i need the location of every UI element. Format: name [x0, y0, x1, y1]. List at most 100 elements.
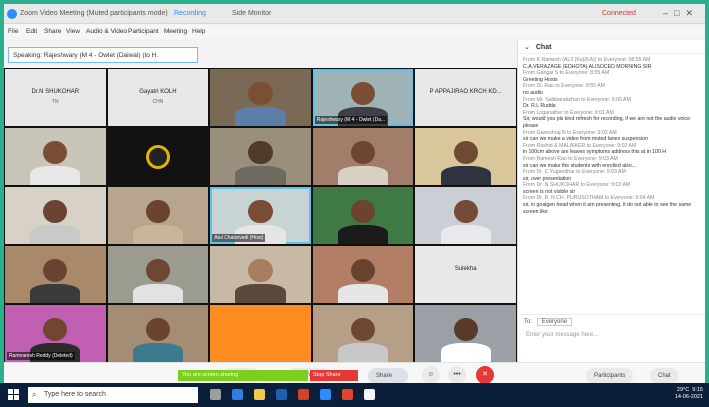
menu-help[interactable]: Help: [192, 28, 205, 35]
window-controls[interactable]: –□✕: [663, 8, 699, 19]
participant-body: [337, 283, 389, 303]
video-tile[interactable]: [415, 128, 516, 185]
end-button[interactable]: ✕: [476, 366, 494, 384]
participant-body: [337, 342, 389, 362]
menu-meeting[interactable]: Meeting: [164, 28, 187, 35]
chat-message-meta: From K Ramesh (AL3 (Ka)(KA)) to Everyone…: [523, 57, 651, 63]
menu-audio-video[interactable]: Audio & Video: [86, 28, 127, 35]
store-icon[interactable]: [364, 389, 375, 400]
participant-face: [43, 140, 68, 165]
chat-message-text: C.A.VERAZAGE (EDHOTA) ALISOCED MORNING S…: [523, 63, 652, 70]
recipient-select[interactable]: Everyone: [536, 318, 573, 326]
chat-header: ⌄ Chat: [518, 40, 705, 54]
chat-message-text: sir, over presentation: [523, 175, 572, 182]
participant-face: [351, 81, 376, 106]
video-tile[interactable]: [5, 187, 106, 244]
menu-participant[interactable]: Participant: [128, 28, 159, 35]
chat-message-meta: From Loganather to Everyone: 9:01 AM: [523, 109, 614, 116]
chat-message-meta: From Ganeshraj N to Everyone: 9:02 AM: [523, 129, 617, 136]
chat-input[interactable]: Enter your message here...: [518, 329, 705, 359]
participant-face: [248, 81, 273, 106]
video-tile[interactable]: [210, 69, 311, 126]
participant-body: [337, 224, 389, 244]
video-tile[interactable]: P APPAJIRAO KRCH KD...: [415, 69, 516, 126]
chat-button[interactable]: Chat: [650, 368, 679, 384]
participant-body: [235, 283, 286, 303]
word-icon[interactable]: [276, 389, 287, 400]
edge-icon[interactable]: [232, 389, 243, 400]
taskbar-search[interactable]: ⌕ Type here to search: [28, 387, 198, 403]
emblem-icon: [145, 144, 170, 169]
participant-body: [235, 106, 286, 126]
video-tile[interactable]: Sulekha: [415, 246, 516, 303]
participant-face: [145, 317, 170, 342]
participant-body: [30, 283, 81, 303]
video-tile[interactable]: Dr.N SHUKOHAR TN: [5, 69, 106, 126]
video-tile[interactable]: [312, 187, 414, 244]
view-label[interactable]: Side Monitor: [232, 10, 271, 17]
chat-message-text: sir can we make a video from muted lanes…: [523, 136, 648, 143]
video-tile[interactable]: Gayatri KOLH CHN: [107, 69, 209, 126]
participant-body: [30, 165, 81, 185]
windows-taskbar: ⌕ Type here to search 29°C 9:15 14-06-20…: [0, 383, 709, 407]
video-tile[interactable]: Ramnaresh Reddy (Deleted): [5, 305, 106, 362]
video-tile[interactable]: [107, 305, 209, 362]
video-tile[interactable]: [312, 305, 414, 362]
connection-status: Connected: [602, 10, 636, 17]
chat-message-text: sir can we make the students with enroll…: [523, 162, 637, 169]
video-tile[interactable]: [210, 305, 311, 362]
more-icon[interactable]: •••: [448, 366, 466, 384]
share-button[interactable]: Share: [368, 368, 408, 384]
menu-view[interactable]: View: [66, 28, 80, 35]
recording-indicator[interactable]: Recording: [174, 10, 206, 17]
zoom-app-icon: [7, 9, 17, 19]
participants-button[interactable]: Participants: [586, 368, 634, 384]
video-tile[interactable]: [210, 246, 311, 303]
participant-face: [351, 140, 376, 165]
video-tile[interactable]: [312, 128, 414, 185]
windows-start-icon[interactable]: [8, 389, 19, 400]
participant-name: Gayatri KOLH: [139, 89, 177, 95]
video-tile[interactable]: [5, 128, 106, 185]
participant-body: [440, 342, 491, 362]
chevron-down-icon[interactable]: ⌄: [524, 44, 530, 51]
reactions-icon[interactable]: ☺: [422, 366, 440, 384]
zoom-taskbar-icon[interactable]: [320, 389, 331, 400]
video-tile[interactable]: [107, 246, 209, 303]
chat-message-text: Greeting Hosts: [523, 76, 558, 83]
powerpoint-icon[interactable]: [298, 389, 309, 400]
clock-time: 9:15: [692, 387, 703, 393]
menu-edit[interactable]: Edit: [26, 28, 37, 35]
menu-bar: File Edit Share View Audio & Video Parti…: [4, 25, 705, 39]
file-explorer-icon[interactable]: [254, 389, 265, 400]
chat-message-meta: From Dr. B. N CH. PURUSOTHAM to Everyone…: [523, 195, 655, 202]
video-tile[interactable]: Atul Chaturvedi (Host): [210, 187, 311, 244]
chat-message-text: in 100cm above are leaves symptoms addre…: [523, 149, 667, 156]
chat-message-meta: From Gangai S to Everyone: 8:55 AM: [523, 70, 610, 77]
menu-file[interactable]: File: [8, 28, 18, 35]
participant-face: [351, 317, 376, 342]
stop-share-button[interactable]: Stop Share: [310, 370, 358, 381]
taskbar-search-text: Type here to search: [44, 391, 106, 398]
video-tile[interactable]: [312, 246, 414, 303]
chat-to-label: To:: [524, 319, 533, 325]
task-view-icon[interactable]: [210, 389, 221, 400]
video-tile[interactable]: [5, 246, 106, 303]
window-titlebar: Zoom Video Meeting (Muted participants m…: [4, 4, 705, 24]
video-tile[interactable]: [415, 187, 516, 244]
participant-face: [453, 199, 478, 224]
participant-caption: Atul Chaturvedi (Host): [212, 234, 266, 242]
video-tile[interactable]: [107, 128, 209, 185]
video-tile[interactable]: [210, 128, 311, 185]
participant-face: [453, 140, 478, 165]
search-icon: ⌕: [32, 390, 37, 399]
menu-share[interactable]: Share: [44, 28, 61, 35]
video-tile[interactable]: Rajeshwary (M 4 - Owlet (Da...: [312, 69, 414, 126]
chat-message-text: Dr. R.L Rudda: [523, 103, 556, 110]
system-tray[interactable]: 29°C 9:15 14-06-2021: [675, 387, 703, 401]
chrome-icon[interactable]: [342, 389, 353, 400]
video-gallery: Dr.N SHUKOHAR TN Gayatri KOLH CHN Rajeshwary…: [4, 68, 517, 363]
video-tile[interactable]: [107, 187, 209, 244]
video-tile[interactable]: [415, 305, 516, 362]
participant-subtitle: CHN: [152, 99, 164, 105]
